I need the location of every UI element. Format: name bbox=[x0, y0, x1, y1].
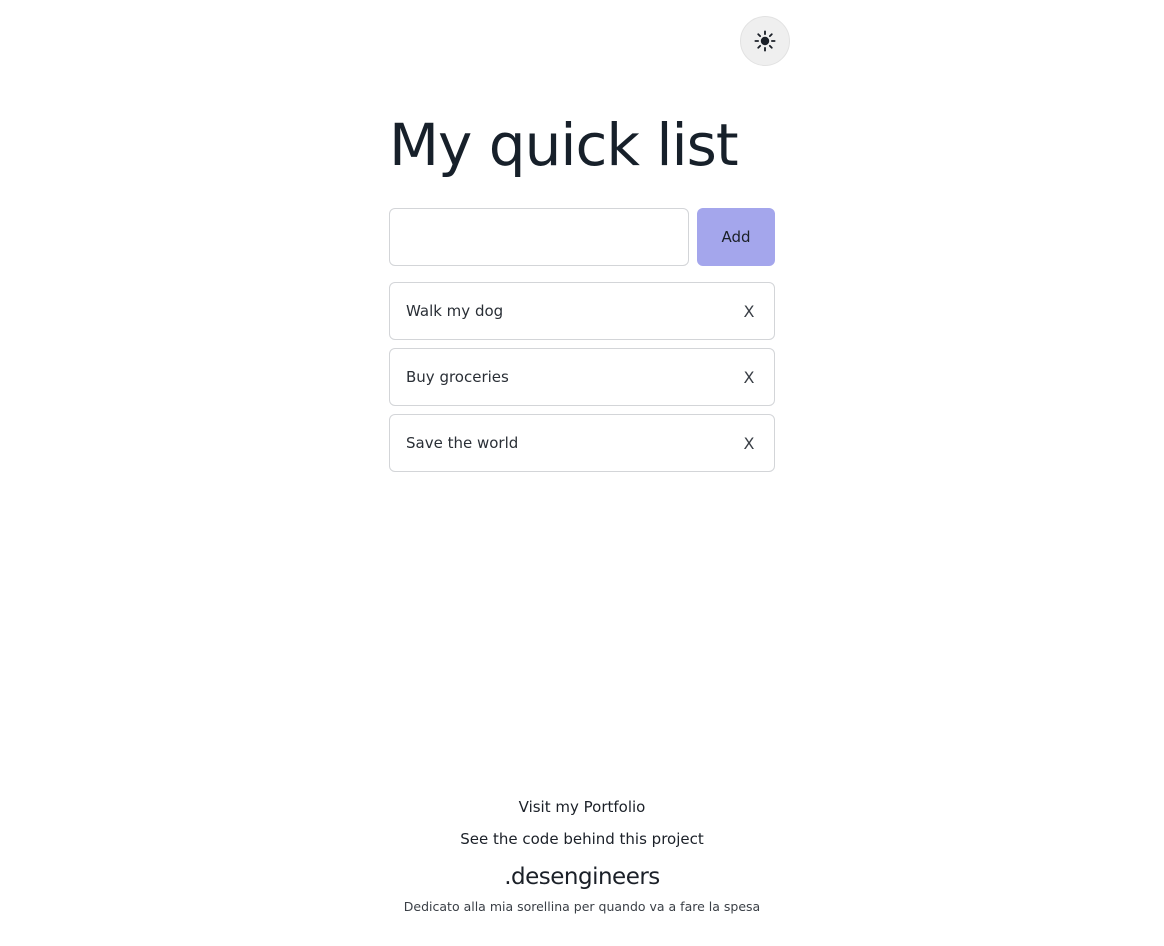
footer: Visit my Portfolio See the code behind t… bbox=[0, 794, 1164, 916]
dedication-text: Dedicato alla mia sorellina per quando v… bbox=[403, 899, 761, 914]
task-text: Walk my dog bbox=[406, 302, 504, 320]
remove-task-button[interactable]: X bbox=[736, 429, 762, 457]
task-input[interactable] bbox=[389, 208, 689, 266]
theme-toggle-button[interactable] bbox=[740, 16, 790, 66]
source-code-link[interactable]: See the code behind this project bbox=[0, 826, 1164, 852]
task-text: Buy groceries bbox=[406, 368, 509, 386]
remove-task-button[interactable]: X bbox=[736, 297, 762, 325]
app-root: My quick list Add Walk my dog X Buy groc… bbox=[0, 0, 1164, 946]
list-item: Save the world X bbox=[389, 414, 775, 472]
list-item: Walk my dog X bbox=[389, 282, 775, 340]
list-item: Buy groceries X bbox=[389, 348, 775, 406]
page-title: My quick list bbox=[389, 111, 739, 179]
brand-logo: .desengineers bbox=[504, 864, 660, 890]
sun-icon bbox=[754, 30, 776, 52]
task-list: Walk my dog X Buy groceries X Save the w… bbox=[389, 282, 775, 480]
remove-task-button[interactable]: X bbox=[736, 363, 762, 391]
task-text: Save the world bbox=[406, 434, 519, 452]
portfolio-link[interactable]: Visit my Portfolio bbox=[0, 794, 1164, 820]
add-button[interactable]: Add bbox=[697, 208, 775, 266]
add-task-form: Add bbox=[389, 208, 775, 266]
